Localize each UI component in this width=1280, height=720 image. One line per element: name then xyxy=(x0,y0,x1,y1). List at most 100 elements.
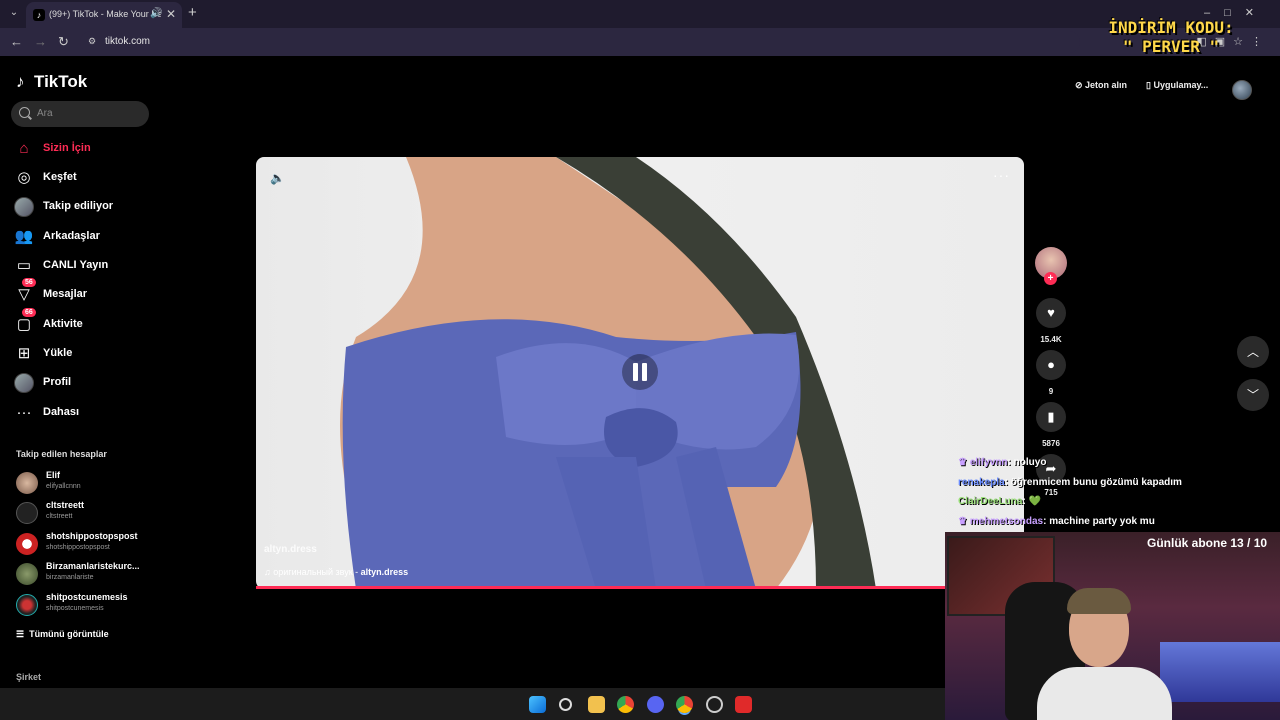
following-account[interactable]: cltstreett cltstreett xyxy=(16,499,156,527)
bookmark-icon: ▮ xyxy=(1036,402,1066,432)
account-name: shotshippostopspost xyxy=(46,531,138,541)
chat-message: : noluyo xyxy=(1007,457,1047,468)
messages-badge: 56 xyxy=(22,278,36,287)
search-icon xyxy=(19,107,30,118)
video-player[interactable]: 🔈 ··· altyn.dress ♫ оригинальный звук - … xyxy=(256,157,1024,589)
nav-label: Profil xyxy=(43,376,72,388)
activity-icon: ▢ xyxy=(16,316,32,333)
mute-icon[interactable]: 🔈 xyxy=(270,171,285,185)
chat-user: ClairDeeLuna xyxy=(958,496,1023,507)
tiktok-favicon-icon: ♪ xyxy=(33,9,45,21)
back-icon[interactable]: ← xyxy=(10,34,23,49)
more-dots-icon: ··· xyxy=(16,404,32,421)
chat-user: mehmetsondas xyxy=(969,515,1044,527)
nav-label: Keşfet xyxy=(43,171,77,183)
messages-icon: ▽ xyxy=(18,286,30,303)
discord-icon[interactable] xyxy=(647,696,664,713)
account-handle: shotshippostopspost xyxy=(46,544,110,551)
following-account[interactable]: shotshippostopspost shotshippostopspost xyxy=(16,530,156,558)
account-handle: elifyallcnnn xyxy=(46,483,81,490)
new-tab-icon[interactable]: + xyxy=(188,4,197,21)
chrome-active-icon[interactable] xyxy=(676,696,693,713)
avatar xyxy=(16,594,38,616)
chevron-up-icon: ︿ xyxy=(1246,345,1259,359)
sound-author: altyn.dress xyxy=(360,567,409,577)
like-count: 15.4K xyxy=(1040,335,1062,344)
promo-line-1: İNDİRİM KODU: xyxy=(1108,18,1234,37)
comment-button[interactable]: ● 9 xyxy=(1034,350,1068,396)
browser-tabbar: ⌄ ♪ (99+) TikTok - Make Your Day 🔊 ✕ + –… xyxy=(0,0,1280,28)
windows-taskbar xyxy=(0,688,945,720)
list-icon: ☰ xyxy=(16,629,27,639)
coin-icon: ⊘ xyxy=(1075,80,1086,90)
sound-info[interactable]: ♫ оригинальный звук - altyn.dress xyxy=(264,567,408,577)
previous-video-button[interactable]: ︿ xyxy=(1237,336,1269,368)
nav-profile[interactable]: Profil xyxy=(14,372,154,394)
account-handle: birzamanlariste xyxy=(46,574,94,581)
subscriber-goal: Günlük abone 13 / 10 xyxy=(1147,536,1268,550)
chat-line: ClairDeeLuna: 💚 xyxy=(958,496,1278,516)
nav-for-you[interactable]: ⌂ Sizin İçin xyxy=(14,138,154,160)
tab-audio-icon[interactable]: 🔊 xyxy=(150,8,162,19)
compass-icon: ◎ xyxy=(17,169,31,186)
see-all-label: Tümünü görüntüle xyxy=(29,629,109,639)
nav-activity[interactable]: ▢ 66 Aktivite xyxy=(14,308,154,336)
chat-message: : machine party yok mu xyxy=(1043,515,1155,527)
nav-following[interactable]: Takip ediliyor xyxy=(14,196,154,218)
nav-label: Mesajlar xyxy=(43,288,88,300)
home-icon: ⌂ xyxy=(19,140,29,157)
file-explorer-icon[interactable] xyxy=(588,696,605,713)
chevron-down-icon: ﹀ xyxy=(1246,388,1259,402)
app-icon[interactable] xyxy=(735,696,752,713)
music-note-icon: ♫ xyxy=(264,567,274,577)
following-account[interactable]: Birzamanlaristekurc... birzamanlariste xyxy=(16,560,156,588)
account-handle: cltstreett xyxy=(46,513,73,520)
friends-icon: 👥 xyxy=(14,228,34,245)
pause-button[interactable] xyxy=(622,354,658,390)
like-button[interactable]: ♥ 15.4K xyxy=(1034,298,1068,344)
next-video-button[interactable]: ﹀ xyxy=(1237,379,1269,411)
more-options-icon[interactable]: ··· xyxy=(993,167,1010,183)
follow-plus-icon[interactable]: + xyxy=(1044,272,1057,285)
see-all-link[interactable]: ☰ Tümünü görüntüle xyxy=(16,629,109,640)
tab-close-icon[interactable]: ✕ xyxy=(166,7,176,21)
browser-tab[interactable]: ♪ (99+) TikTok - Make Your Day 🔊 ✕ xyxy=(26,2,182,28)
get-coins-button[interactable]: ⊘ Jeton alın xyxy=(1075,80,1141,100)
url-text: tiktok.com xyxy=(105,36,151,47)
site-info-icon[interactable]: ⚙ xyxy=(88,36,96,47)
reload-icon[interactable]: ↻ xyxy=(58,34,69,50)
following-account[interactable]: Elif elifyallcnnn xyxy=(16,469,156,497)
nav-label: Dahası xyxy=(43,406,80,418)
video-author[interactable]: altyn.dress xyxy=(264,544,317,555)
obs-icon[interactable] xyxy=(706,696,723,713)
account-name: cltstreett xyxy=(46,500,85,510)
get-app-button[interactable]: ▯ Uygulamay... xyxy=(1146,80,1220,100)
tiktok-logo[interactable]: ♪ TikTok xyxy=(16,72,87,92)
logo-text: TikTok xyxy=(34,72,88,91)
profile-avatar[interactable] xyxy=(1232,80,1252,100)
chat-user-icon: ♛ xyxy=(958,457,970,468)
nav-upload[interactable]: ⊞ Yükle xyxy=(14,343,154,365)
taskbar-search-icon[interactable] xyxy=(559,698,572,711)
nav-label: Sizin İçin xyxy=(43,142,91,154)
save-count: 5876 xyxy=(1042,439,1060,448)
video-progress-bar[interactable] xyxy=(256,586,946,589)
nav-messages[interactable]: ▽ 56 Mesajlar xyxy=(14,278,154,306)
nav-explore[interactable]: ◎ Keşfet xyxy=(14,167,154,189)
url-field[interactable]: ⚙ tiktok.com xyxy=(80,31,1080,53)
nav-more[interactable]: ··· Dahası xyxy=(14,402,154,424)
avatar xyxy=(16,533,38,555)
search-input[interactable]: Ara xyxy=(11,101,149,127)
save-button[interactable]: ▮ 5876 xyxy=(1034,402,1068,448)
following-account[interactable]: shitpostcunemesis shitpostcunemesis xyxy=(16,591,156,619)
activity-badge: 66 xyxy=(22,308,36,317)
search-placeholder: Ara xyxy=(37,108,53,119)
windows-start-icon[interactable] xyxy=(529,696,546,713)
forward-icon[interactable]: → xyxy=(34,34,47,49)
account-handle: shitpostcunemesis xyxy=(46,605,104,612)
rgb-light xyxy=(1160,642,1280,702)
nav-friends[interactable]: 👥 Arkadaşlar xyxy=(14,226,154,248)
nav-live[interactable]: ▭ CANLI Yayın xyxy=(14,255,154,277)
tab-search-icon[interactable]: ⌄ xyxy=(6,5,22,21)
chrome-icon[interactable] xyxy=(617,696,634,713)
